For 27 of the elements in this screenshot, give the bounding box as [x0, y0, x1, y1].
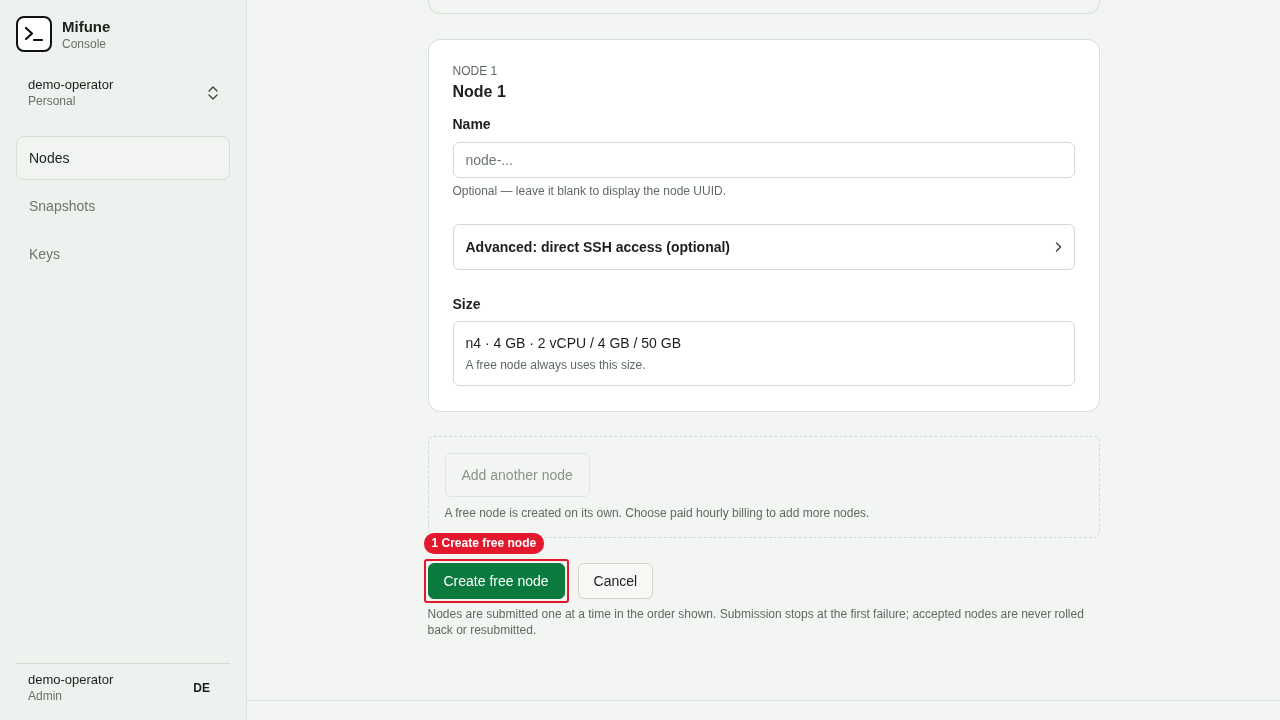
field-help: Optional — leave it blank to display the node UUID.	[452, 183, 727, 199]
brand-subtitle: Console	[62, 35, 108, 52]
create-button[interactable]: Create free node	[427, 563, 565, 599]
card-title: Node 1	[452, 82, 507, 102]
account-name: demo-operator	[28, 77, 114, 93]
field-label: Size	[452, 295, 482, 314]
user-initials: DE	[193, 681, 210, 695]
card-eyebrow: NODE 1	[452, 63, 499, 79]
annotation-badge: 1 Create free node	[423, 533, 545, 554]
size-value: n4 · 4 GB · 2 vCPU / 4 GB / 50 GB	[465, 334, 683, 353]
nav-item[interactable]: Nodes	[16, 136, 230, 180]
submission-note: Nodes are submitted one at a time in the order shown. Submission stops at the first failure; accepted nodes are never rolled back or resubmitted.	[427, 606, 1085, 638]
account-plan: Personal	[28, 93, 77, 109]
add-node-help: A free node is created on its own. Choose paid hourly billing to add more nodes.	[444, 505, 871, 521]
field-label: Name	[452, 115, 492, 134]
user-name: demo-operator	[28, 672, 114, 688]
brand-name: Mifune	[62, 16, 111, 36]
cancel-button[interactable]: Cancel	[577, 563, 654, 599]
terminal-logo-icon	[16, 16, 52, 52]
account-switcher[interactable]: demo-operator Personal	[16, 69, 230, 117]
nav-item[interactable]: Snapshots	[16, 184, 230, 228]
nav-item[interactable]: Keys	[16, 232, 230, 276]
chevron-up-down-icon	[208, 86, 218, 100]
user-role: Admin	[28, 688, 63, 704]
size-help: A free node always uses this size.	[465, 357, 647, 373]
advanced-disclosure[interactable]: Advanced: direct SSH access (optional)	[452, 224, 1075, 270]
name-input[interactable]: node-...	[452, 142, 1075, 178]
